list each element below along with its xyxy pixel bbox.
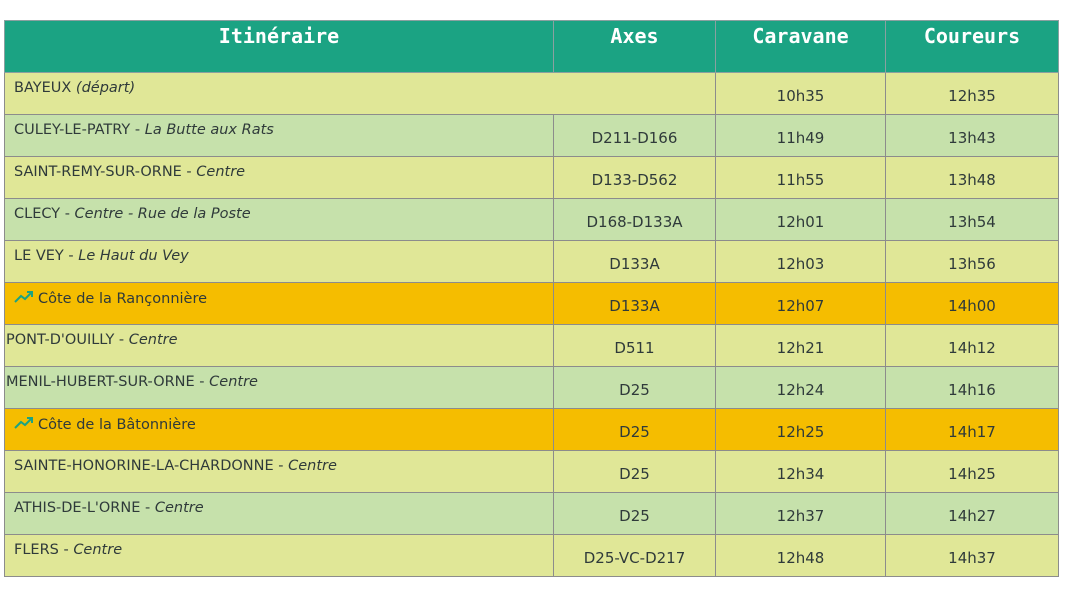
caravane-cell: 12h07 (715, 282, 886, 325)
coureurs-cell: 14h00 (885, 282, 1059, 325)
coureurs-cell: 13h56 (885, 240, 1059, 283)
caravane-cell: 11h49 (715, 114, 886, 157)
place-detail: Centre - Rue de la Poste (74, 206, 251, 222)
place-name: SAINTE-HONORINE-LA-CHARDONNE (14, 458, 274, 474)
trending-up-icon (14, 417, 33, 429)
place-name: MENIL-HUBERT-SUR-ORNE (6, 374, 195, 390)
place-name: ATHIS-DE-L'ORNE (14, 500, 141, 516)
itinerary-cell: PONT-D'OUILLY - Centre (4, 324, 554, 367)
table-row: ATHIS-DE-L'ORNE - Centre D25 12h37 14h27 (4, 492, 1059, 535)
place-detail: La Butte aux Rats (144, 122, 274, 138)
table-row: BAYEUX (départ) 10h35 12h35 (4, 72, 1059, 115)
axes-cell: D211-D166 (553, 114, 716, 157)
axes-cell: D133A (553, 282, 716, 325)
caravane-cell: 12h03 (715, 240, 886, 283)
place-name: FLERS (14, 542, 59, 558)
place-separator: - (181, 164, 197, 180)
place-separator: - (58, 542, 74, 558)
axes-cell: D133-D562 (553, 156, 716, 199)
table-row: SAINTE-HONORINE-LA-CHARDONNE - Centre D25… (4, 450, 1059, 493)
header-itinerary: Itinéraire (4, 20, 554, 73)
place-detail: Centre (73, 542, 123, 558)
itinerary-table-wrapper: Itinéraire Axes Caravane Coureurs BAYEUX… (4, 20, 1059, 577)
axes-cell: D511 (553, 324, 716, 367)
place-detail: Le Haut du Vey (78, 248, 189, 264)
coureurs-cell: 13h54 (885, 198, 1059, 241)
caravane-cell: 12h21 (715, 324, 886, 367)
coureurs-cell: 14h12 (885, 324, 1059, 367)
caravane-cell: 12h34 (715, 450, 886, 493)
place-separator: - (130, 122, 145, 138)
header-axes: Axes (553, 20, 716, 73)
axes-cell: D25 (553, 408, 716, 451)
table-row: PONT-D'OUILLY - Centre D511 12h21 14h12 (4, 324, 1059, 367)
coureurs-cell: 14h37 (885, 534, 1059, 577)
place-name: Côte de la Bâtonnière (38, 417, 196, 433)
axes-cell: D25-VC-D217 (553, 534, 716, 577)
coureurs-cell: 14h16 (885, 366, 1059, 409)
header-row: Itinéraire Axes Caravane Coureurs (4, 20, 1059, 73)
coureurs-cell: 14h17 (885, 408, 1059, 451)
caravane-cell: 10h35 (715, 72, 886, 115)
table-row: MENIL-HUBERT-SUR-ORNE - Centre D25 12h24 14… (4, 366, 1059, 409)
header-coureurs: Coureurs (885, 20, 1059, 73)
place-name: SAINT-REMY-SUR-ORNE (14, 164, 182, 180)
table-row: CLECY - Centre - Rue de la Poste D168-D13… (4, 198, 1059, 241)
axes-cell: D133A (553, 240, 716, 283)
place-name: LE VEY (14, 248, 64, 264)
table-row: SAINT-REMY-SUR-ORNE - Centre D133-D562 11h… (4, 156, 1059, 199)
caravane-cell: 12h25 (715, 408, 886, 451)
itinerary-cell: Côte de la Bâtonnière (4, 408, 554, 451)
itinerary-cell: SAINTE-HONORINE-LA-CHARDONNE - Centre (4, 450, 554, 493)
axes-cell: D25 (553, 366, 716, 409)
coureurs-cell: 12h35 (885, 72, 1059, 115)
itinerary-cell: ATHIS-DE-L'ORNE - Centre (4, 492, 554, 535)
header-caravane: Caravane (715, 20, 886, 73)
place-separator: - (63, 248, 79, 264)
itinerary-cell: CULEY-LE-PATRY - La Butte aux Rats (4, 114, 554, 157)
place-detail: Centre (154, 500, 204, 516)
caravane-cell: 12h48 (715, 534, 886, 577)
axes-cell: D168-D133A (553, 198, 716, 241)
table-row: CULEY-LE-PATRY - La Butte aux Rats D211-D… (4, 114, 1059, 157)
trending-up-icon (14, 291, 33, 303)
place-separator: - (60, 206, 75, 222)
itinerary-cell: LE VEY - Le Haut du Vey (4, 240, 554, 283)
caravane-cell: 12h01 (715, 198, 886, 241)
itinerary-cell: FLERS - Centre (4, 534, 554, 577)
table-row: Côte de la Rançonnière D133A 12h07 14h00 (4, 282, 1059, 325)
place-separator: - (140, 500, 155, 516)
place-name: Côte de la Rançonnière (38, 291, 208, 307)
coureurs-cell: 14h25 (885, 450, 1059, 493)
place-separator: - (194, 374, 210, 390)
caravane-cell: 12h24 (715, 366, 886, 409)
table-row: LE VEY - Le Haut du Vey D133A 12h03 13h56 (4, 240, 1059, 283)
place-detail: (départ) (75, 80, 136, 96)
place-detail: Centre (209, 374, 258, 390)
itinerary-cell: CLECY - Centre - Rue de la Poste (4, 198, 554, 241)
axes-cell: D25 (553, 492, 716, 535)
place-name: CLECY (14, 206, 61, 222)
itinerary-cell: Côte de la Rançonnière (4, 282, 554, 325)
coureurs-cell: 13h43 (885, 114, 1059, 157)
place-detail: Centre (196, 164, 246, 180)
caravane-cell: 11h55 (715, 156, 886, 199)
place-name: PONT-D'OUILLY (6, 332, 115, 348)
place-detail: Centre (128, 332, 178, 348)
itinerary-table: Itinéraire Axes Caravane Coureurs BAYEUX… (4, 20, 1059, 577)
place-separator: - (114, 332, 129, 348)
coureurs-cell: 13h48 (885, 156, 1059, 199)
caravane-cell: 12h37 (715, 492, 886, 535)
place-name: BAYEUX (14, 80, 72, 96)
coureurs-cell: 14h27 (885, 492, 1059, 535)
table-row: Côte de la Bâtonnière D25 12h25 14h17 (4, 408, 1059, 451)
place-name: CULEY-LE-PATRY (14, 122, 131, 138)
axes-cell: D25 (553, 450, 716, 493)
itinerary-cell: MENIL-HUBERT-SUR-ORNE - Centre (4, 366, 554, 409)
place-detail: Centre (288, 458, 337, 474)
itinerary-cell: BAYEUX (départ) (4, 72, 716, 115)
place-separator: - (273, 458, 289, 474)
table-row: FLERS - Centre D25-VC-D217 12h48 14h37 (4, 534, 1059, 577)
itinerary-cell: SAINT-REMY-SUR-ORNE - Centre (4, 156, 554, 199)
